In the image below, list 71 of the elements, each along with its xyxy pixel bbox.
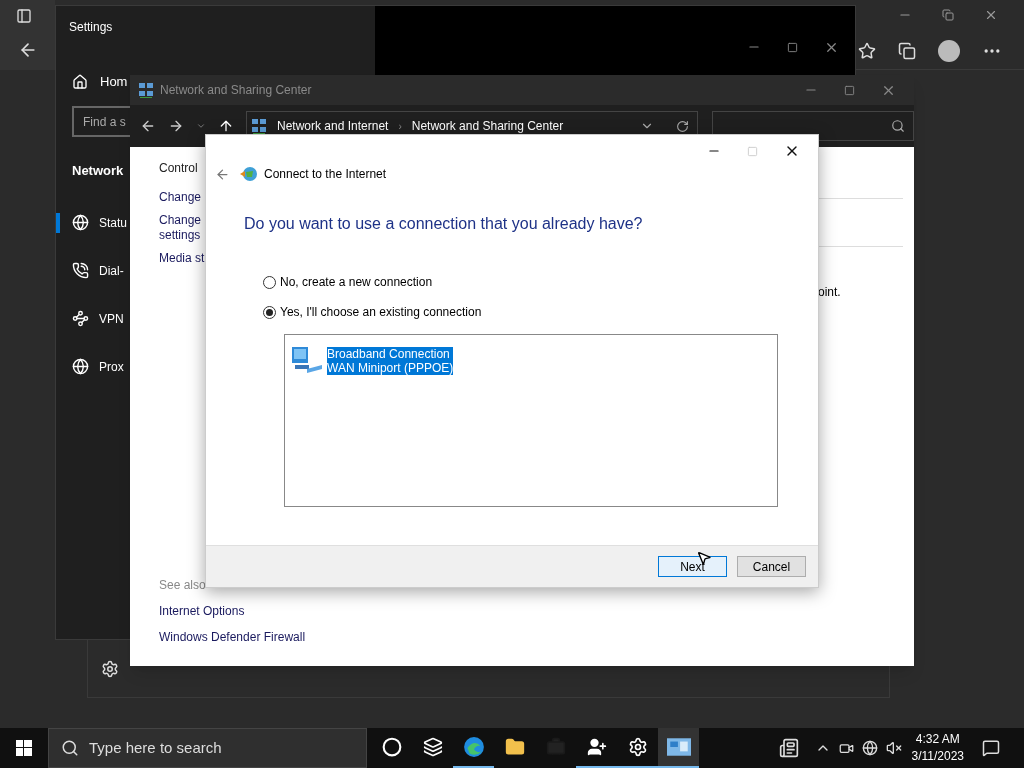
avatar[interactable]: [938, 40, 960, 62]
taskbar-app[interactable]: [658, 728, 699, 768]
globe-icon: [72, 214, 89, 231]
connection-item[interactable]: Broadband Connection WAN Miniport (PPPOE): [289, 345, 777, 375]
window-title: Settings: [68, 19, 113, 36]
radio-option[interactable]: No, create a new connection: [263, 274, 818, 290]
body-text: oint.: [818, 284, 841, 301]
window-title: Network and Sharing Center: [160, 82, 312, 99]
network-icon: [138, 82, 154, 98]
globe-icon: [240, 166, 258, 182]
chevron-icon[interactable]: [196, 121, 206, 131]
up-icon[interactable]: [218, 118, 234, 134]
gear-icon[interactable]: [101, 660, 119, 678]
connection-name: Broadband Connection: [327, 347, 451, 361]
maximize-icon[interactable]: [844, 84, 855, 96]
dialog-title: Connect to the Internet: [264, 166, 387, 183]
refresh-icon[interactable]: [676, 119, 689, 133]
favorites-icon[interactable]: [858, 42, 876, 60]
control-panel-icon[interactable]: [666, 738, 691, 756]
question-heading: Do you want to use a connection that you already have?: [244, 214, 644, 234]
link[interactable]: Internet Options: [159, 602, 245, 620]
radio-icon[interactable]: [263, 275, 276, 289]
breadcrumb-item[interactable]: Network and Sharing Center: [411, 117, 564, 135]
search-icon: [61, 739, 79, 757]
network-icon: [251, 118, 267, 134]
tab-icon[interactable]: [16, 8, 32, 24]
globe-icon[interactable]: [861, 740, 878, 756]
folder-icon[interactable]: [504, 737, 525, 757]
restore-icon[interactable]: [942, 9, 954, 21]
notifications-icon[interactable]: [982, 739, 1000, 757]
connection-device: WAN Miniport (PPPOE): [327, 361, 454, 375]
news-icon[interactable]: [778, 738, 799, 758]
breadcrumb-separator: ›: [398, 119, 402, 134]
clock-time[interactable]: 4:32 AM: [915, 731, 960, 748]
people-icon[interactable]: [586, 737, 607, 757]
globe-icon: [72, 358, 89, 375]
nav-item[interactable]: Dial-: [56, 260, 124, 281]
maximize-icon[interactable]: [787, 41, 798, 53]
back-icon[interactable]: [215, 166, 230, 182]
windows-logo-icon[interactable]: [16, 740, 32, 756]
task-link[interactable]: Control: [159, 161, 198, 176]
phone-icon: [72, 262, 89, 279]
cancel-button[interactable]: Cancel: [737, 556, 806, 577]
home-item[interactable]: Hom: [72, 76, 128, 88]
collections-icon[interactable]: [898, 42, 916, 60]
vpn-icon: [72, 310, 89, 327]
breadcrumb-item[interactable]: Network and Internet: [277, 117, 389, 135]
radio-icon[interactable]: [263, 305, 276, 319]
edge-icon[interactable]: [462, 736, 485, 758]
radio-option[interactable]: Yes, I'll choose an existing connection: [263, 304, 818, 320]
section-heading: Network: [72, 162, 124, 180]
task-link[interactable]: Change settings: [159, 213, 202, 243]
task-view-icon[interactable]: [422, 737, 443, 757]
next-button[interactable]: Next: [658, 556, 727, 577]
computer-icon: [289, 345, 323, 375]
clock-date[interactable]: 3/11/2023: [911, 748, 964, 765]
back-icon[interactable]: [140, 118, 156, 134]
search-field[interactable]: Type here to search: [48, 728, 367, 768]
nav-item[interactable]: VPN: [56, 308, 124, 329]
nav-item[interactable]: Prox: [56, 356, 124, 377]
speaker-icon[interactable]: [885, 740, 902, 756]
task-link[interactable]: Media st: [159, 251, 205, 266]
gear-icon[interactable]: [627, 737, 648, 757]
maximize-icon: [747, 145, 758, 157]
link[interactable]: Windows Defender Firewall: [159, 628, 306, 646]
circle-icon[interactable]: [381, 737, 402, 757]
search-icon: [891, 119, 905, 133]
home-icon: [72, 74, 88, 90]
forward-icon[interactable]: [168, 118, 184, 134]
see-also-heading: See also: [159, 577, 206, 594]
task-link[interactable]: Change: [159, 190, 202, 205]
